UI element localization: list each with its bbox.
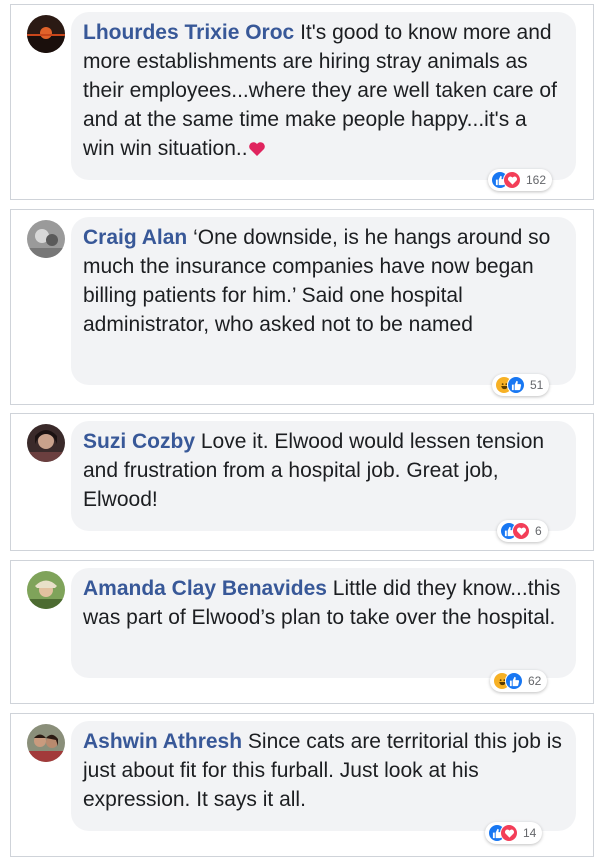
comment-author[interactable]: Suzi Cozby	[83, 430, 195, 453]
comment-card: Ashwin Athresh Since cats are territoria…	[10, 713, 594, 857]
heart-icon	[248, 136, 266, 156]
like-icon	[507, 376, 525, 394]
comment-bubble: Amanda Clay Benavides Little did they kn…	[71, 568, 576, 678]
comment-card: Suzi Cozby Love it. Elwood would lessen …	[10, 413, 594, 551]
reaction-count: 51	[530, 378, 544, 392]
comment-card: Lhourdes Trixie Oroc It's good to know m…	[10, 4, 594, 200]
reaction-summary[interactable]: 14	[485, 822, 543, 844]
reaction-count: 14	[523, 826, 537, 840]
love-icon	[512, 522, 530, 540]
comment-author[interactable]: Craig Alan	[83, 226, 187, 249]
reaction-count: 62	[528, 674, 542, 688]
comment-bubble: Lhourdes Trixie Oroc It's good to know m…	[71, 12, 576, 180]
reaction-count: 162	[526, 173, 547, 187]
comment-card: Amanda Clay Benavides Little did they kn…	[10, 560, 594, 704]
reaction-count: 6	[535, 524, 542, 538]
comment-author[interactable]: Ashwin Athresh	[83, 730, 242, 753]
comment-bubble: Ashwin Athresh Since cats are territoria…	[71, 721, 576, 831]
reaction-summary[interactable]: 162	[488, 169, 553, 191]
avatar[interactable]	[27, 220, 65, 258]
avatar[interactable]	[27, 15, 65, 53]
reaction-summary[interactable]: 51	[492, 374, 550, 396]
avatar[interactable]	[27, 424, 65, 462]
reaction-summary[interactable]: 6	[497, 520, 548, 542]
comment-bubble: Craig Alan ‘One downside, is he hangs ar…	[71, 217, 576, 385]
reaction-summary[interactable]: 62	[490, 670, 548, 692]
love-icon	[503, 171, 521, 189]
comment-author[interactable]: Amanda Clay Benavides	[83, 577, 327, 600]
comment-author[interactable]: Lhourdes Trixie Oroc	[83, 21, 294, 44]
love-icon	[500, 824, 518, 842]
avatar[interactable]	[27, 571, 65, 609]
avatar[interactable]	[27, 724, 65, 762]
comment-card: Craig Alan ‘One downside, is he hangs ar…	[10, 209, 594, 405]
like-icon	[505, 672, 523, 690]
comment-bubble: Suzi Cozby Love it. Elwood would lessen …	[71, 421, 576, 531]
